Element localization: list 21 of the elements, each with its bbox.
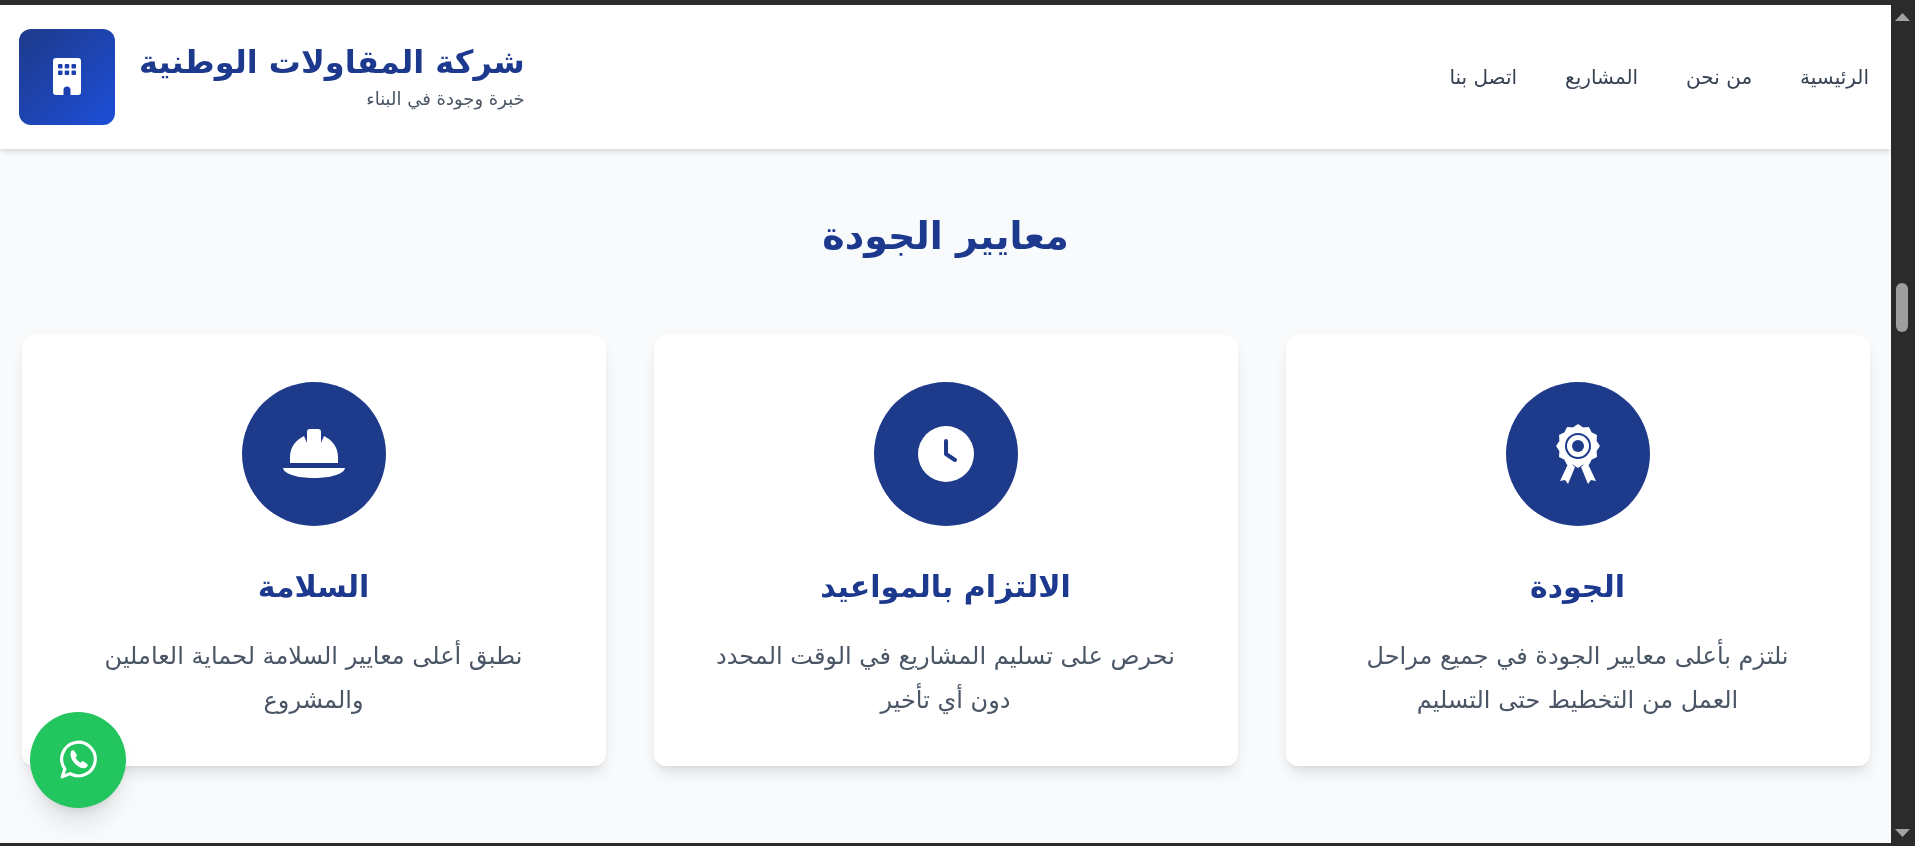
company-name: شركة المقاولات الوطنية [139, 42, 525, 82]
nav-link[interactable]: اتصل بنا [1449, 63, 1518, 91]
card-description: نطبق أعلى معايير السلامة لحماية العاملين والمشروع [103, 639, 524, 716]
card-title: الالتزام بالمواعيد [820, 568, 1071, 607]
scroll-down-arrow-icon[interactable] [1895, 829, 1910, 837]
card-description: نحرص على تسليم المشاريع في الوقت المحدد دون أي تأخير [715, 641, 1176, 716]
card-title: الجودة [1529, 568, 1626, 606]
section-heading: معايير الجودة [822, 213, 1069, 259]
award-ribbon-icon [1505, 382, 1650, 526]
nav-link[interactable]: المشاريع [1565, 63, 1639, 91]
scrollbar-thumb[interactable] [1896, 283, 1908, 332]
scroll-up-arrow-icon[interactable] [1895, 13, 1910, 21]
company-tagline: خبرة وجودة في البناء [366, 87, 525, 112]
hard-hat-icon [241, 382, 386, 526]
nav-link[interactable]: الرئيسية [1800, 63, 1869, 91]
card-description: نلتزم بأعلى معايير الجودة في جميع مراحل العمل من التخطيط حتى التسليم [1338, 634, 1817, 722]
nav-link[interactable]: من نحن [1686, 63, 1753, 91]
clock-icon [873, 382, 1018, 526]
card-title: السلامة [257, 568, 370, 606]
building-logo-icon [19, 29, 115, 125]
phone-bubble-icon [57, 739, 99, 781]
